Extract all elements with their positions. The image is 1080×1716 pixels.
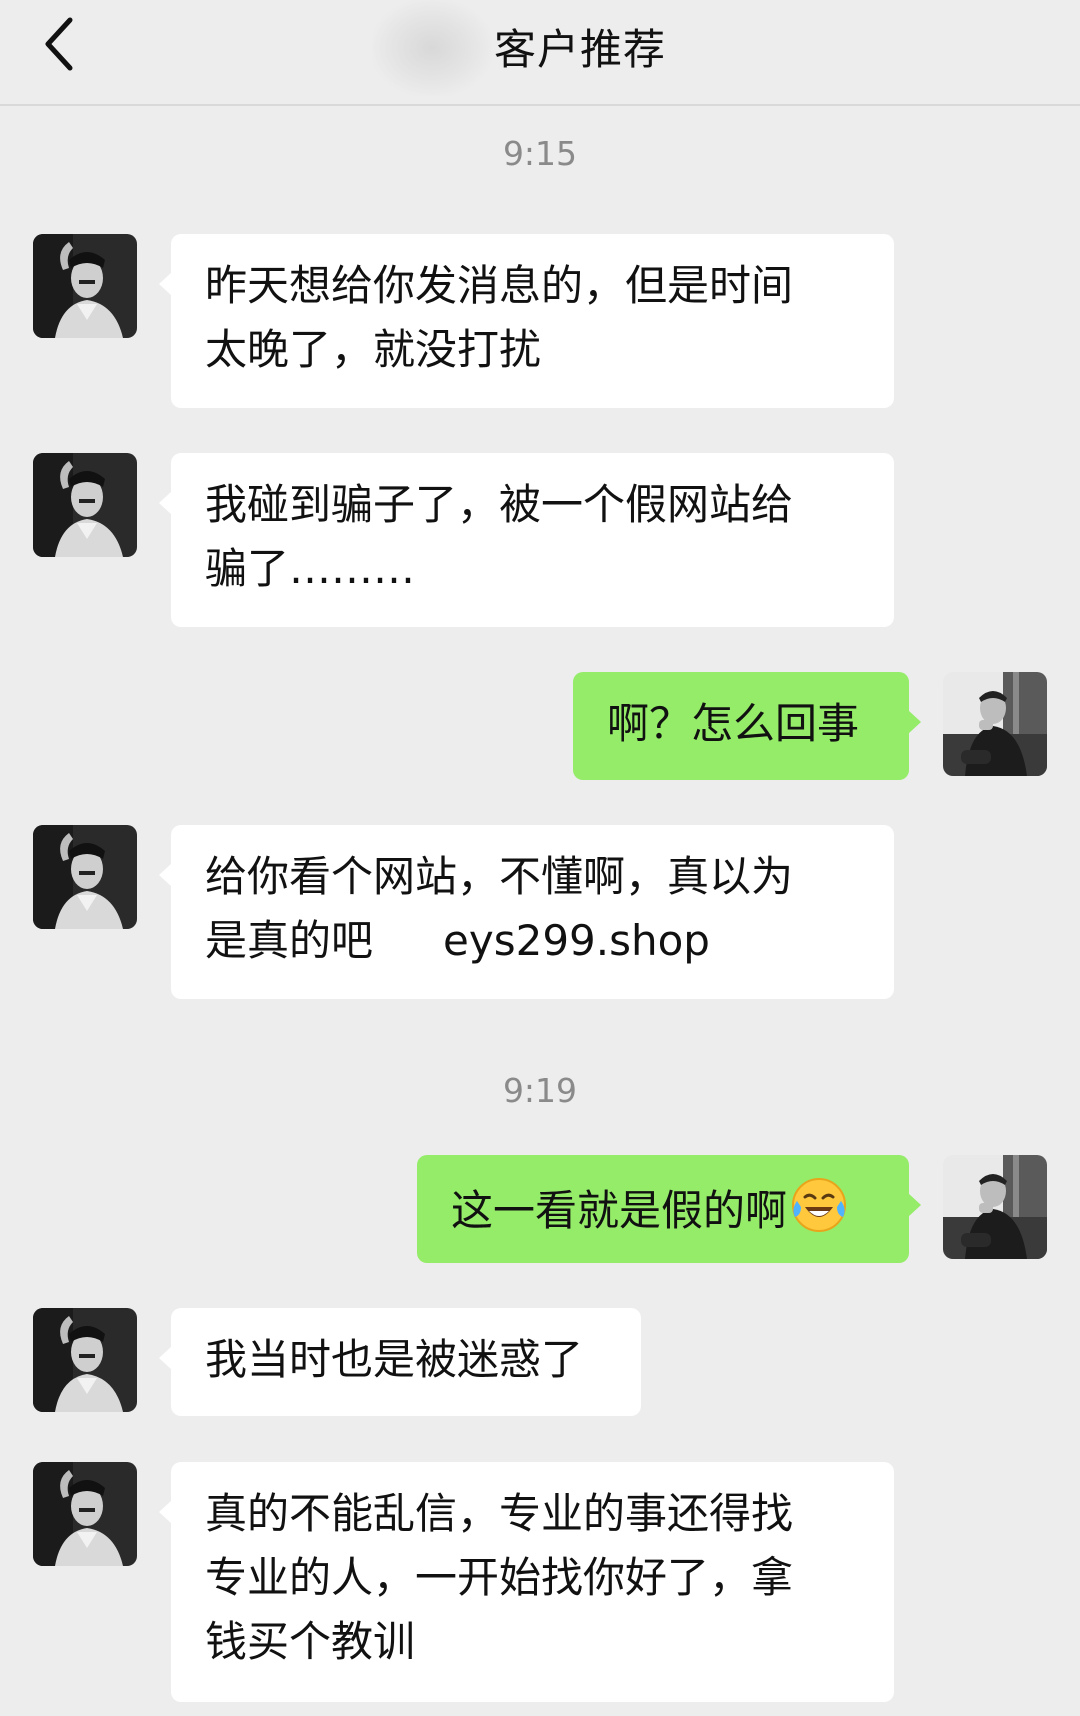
user-avatar[interactable] [943,1155,1047,1259]
contact-avatar[interactable] [33,234,137,338]
message-bubble-incoming[interactable]: 昨天想给你发消息的，但是时间 太晚了，就没打扰 [159,234,894,408]
crying-laughing-emoji-icon [792,1178,847,1232]
message-text: 这一看就是假的啊 [451,1186,788,1235]
message-bubble-incoming[interactable]: 我当时也是被迷惑了 [159,1308,641,1416]
contact-avatar[interactable] [33,453,137,557]
timestamp: 9:19 [502,1071,578,1110]
chat-title: 客户推荐 [493,25,666,74]
contact-avatar[interactable] [33,825,137,929]
chat-header: 客户推荐 [0,0,1080,106]
message-link[interactable]: eys299.shop [443,916,710,965]
contact-avatar[interactable] [33,1308,137,1412]
message-bubble-outgoing[interactable]: 啊？怎么回事 [573,672,921,780]
timestamp: 9:15 [502,134,578,173]
message-bubble-incoming[interactable]: 真的不能乱信，专业的事还得找 专业的人，一开始找你好了，拿 钱买个教训 [159,1462,894,1702]
message-bubble-outgoing[interactable]: 这一看就是假的啊 [417,1155,921,1263]
contact-avatar[interactable] [33,1462,137,1566]
message-bubble-incoming[interactable]: 给你看个网站，不懂啊，真以为 是真的吧 eys299.shop [159,825,894,999]
message-bubble-incoming[interactable]: 我碰到骗子了，被一个假网站给 骗了……… [159,453,894,627]
user-avatar[interactable] [943,672,1047,776]
